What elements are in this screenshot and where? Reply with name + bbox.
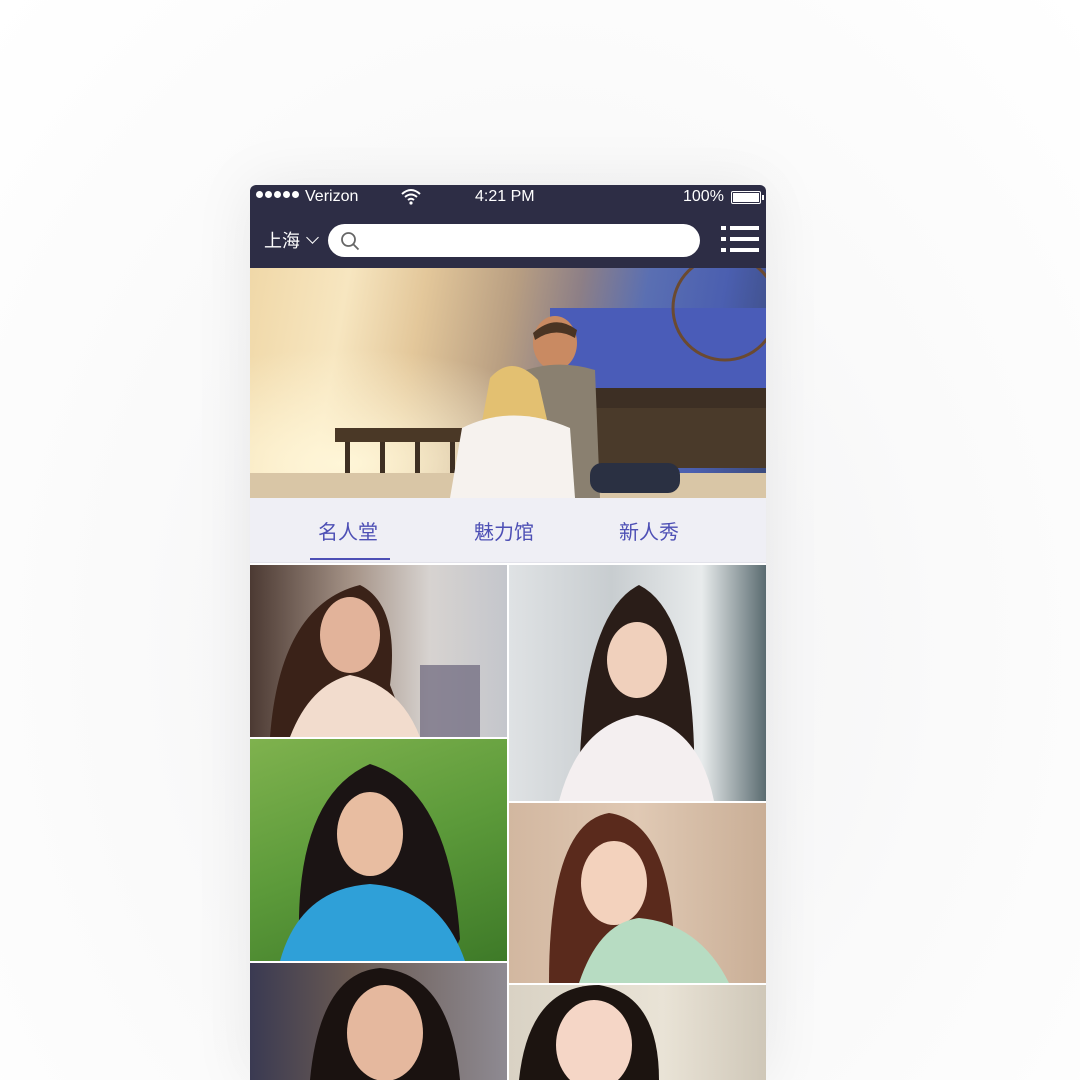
tab-hall-of-fame[interactable]: 名人堂	[318, 516, 378, 545]
tab-bar: 名人堂 魅力馆 新人秀	[250, 498, 766, 563]
search-bar[interactable]	[328, 224, 700, 257]
active-tab-indicator	[310, 558, 390, 560]
tab-newcomer-show[interactable]: 新人秀	[619, 516, 679, 545]
phone-screen: Verizon 4:21 PM 100% 上海 名人堂 魅力馆 新人秀	[250, 185, 766, 1080]
tab-charm-hall[interactable]: 魅力馆	[474, 516, 534, 545]
search-icon	[341, 232, 360, 251]
battery-icon	[731, 191, 764, 204]
status-bar: Verizon 4:21 PM 100%	[250, 185, 766, 209]
carrier-label: Verizon	[305, 188, 359, 205]
top-header: 上海	[250, 209, 766, 268]
photo-card[interactable]	[509, 565, 766, 801]
chevron-down-icon	[306, 231, 319, 244]
wifi-icon	[401, 189, 421, 205]
photo-card[interactable]	[250, 963, 507, 1080]
banner-image[interactable]	[250, 268, 766, 498]
search-input[interactable]	[364, 230, 688, 252]
city-label: 上海	[264, 231, 300, 251]
city-selector[interactable]: 上海	[264, 227, 319, 253]
photo-grid	[250, 565, 766, 1080]
battery-percent: 100%	[683, 188, 724, 205]
photo-card[interactable]	[509, 803, 766, 983]
photo-card[interactable]	[509, 985, 766, 1080]
photo-card[interactable]	[250, 739, 507, 961]
signal-dots-icon	[256, 191, 299, 198]
clock-time: 4:21 PM	[475, 188, 535, 205]
photo-card[interactable]	[250, 565, 507, 737]
list-menu-icon[interactable]	[721, 226, 759, 252]
